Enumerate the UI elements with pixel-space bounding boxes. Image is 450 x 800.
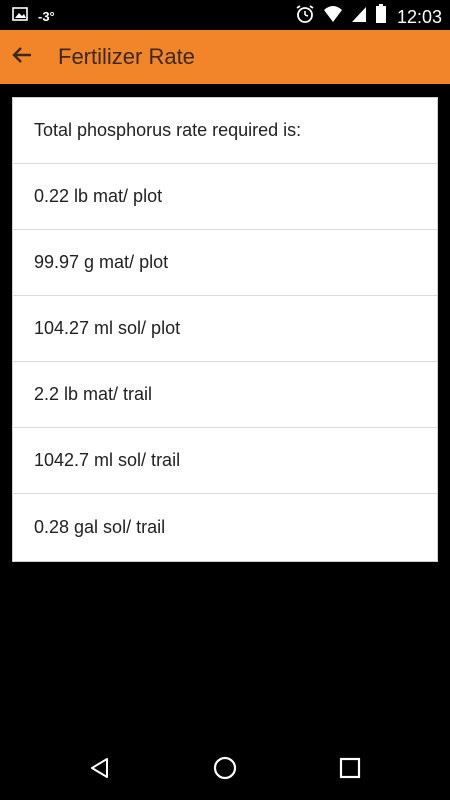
alarm-icon	[295, 4, 315, 29]
status-bar: -3° 12:03	[0, 0, 450, 30]
nav-recents-button[interactable]	[334, 754, 366, 786]
page-title: Fertilizer Rate	[58, 44, 195, 69]
back-triangle-icon	[88, 756, 112, 785]
nav-back-button[interactable]	[84, 754, 116, 786]
wifi-icon	[323, 5, 343, 28]
signal-icon	[351, 5, 367, 28]
back-button[interactable]	[2, 37, 42, 77]
result-item: 99.97 g mat/ plot	[13, 230, 437, 296]
result-item: 1042.7 ml sol/ trail	[13, 428, 437, 494]
back-arrow-icon	[10, 43, 34, 72]
result-item: 104.27 ml sol/ plot	[13, 296, 437, 362]
temperature-text: -3°	[38, 8, 55, 24]
clock-text: 12:03	[396, 6, 442, 27]
battery-icon	[375, 4, 387, 29]
result-item: 0.22 lb mat/ plot	[13, 164, 437, 230]
result-item: 0.28 gal sol/ trail	[34, 516, 166, 537]
recents-square-icon	[339, 757, 361, 784]
status-right: 12:03	[295, 4, 442, 29]
results-card: Total phosphorus rate required is: 0.22 …	[12, 97, 438, 562]
result-item: 2.2 lb mat/ trail	[13, 362, 437, 428]
home-circle-icon	[212, 755, 238, 786]
image-icon	[12, 6, 28, 27]
results-heading: Total phosphorus rate required is:	[13, 98, 437, 164]
app-bar: Fertilizer Rate	[0, 30, 450, 84]
nav-home-button[interactable]	[209, 754, 241, 786]
navigation-bar	[0, 740, 450, 800]
status-left: -3°	[12, 6, 55, 27]
